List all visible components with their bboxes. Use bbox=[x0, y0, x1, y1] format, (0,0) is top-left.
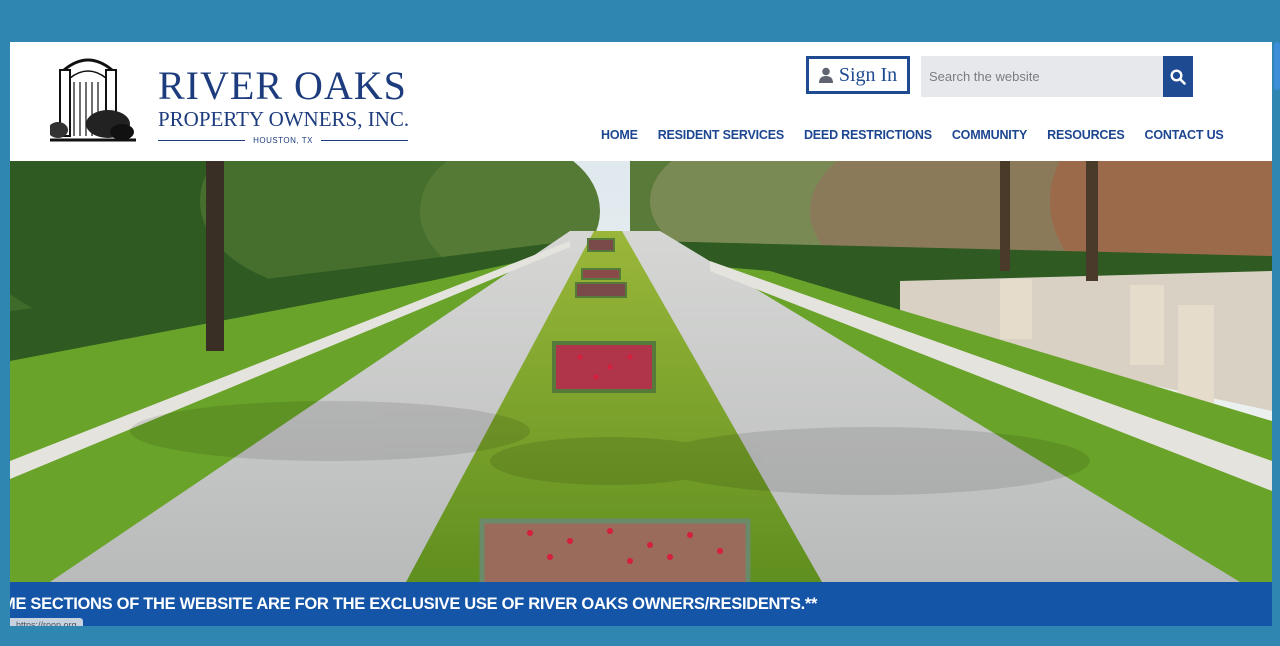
site-logo[interactable]: RIVER OAKS PROPERTY OWNERS, INC. HOUSTON… bbox=[50, 52, 430, 152]
main-nav: HOME RESIDENT SERVICES DEED RESTRICTIONS… bbox=[601, 128, 1224, 142]
notice-banner-text: ME SECTIONS OF THE WEBSITE ARE FOR THE E… bbox=[10, 594, 818, 613]
browser-viewport: RIVER OAKS PROPERTY OWNERS, INC. HOUSTON… bbox=[10, 42, 1272, 626]
hero-image bbox=[10, 161, 1272, 582]
nav-deed-restrictions[interactable]: DEED RESTRICTIONS bbox=[804, 128, 932, 142]
status-url: https://roop.org bbox=[10, 618, 83, 626]
logo-subtitle: PROPERTY OWNERS, INC. bbox=[158, 107, 410, 131]
notice-banner: ME SECTIONS OF THE WEBSITE ARE FOR THE E… bbox=[10, 582, 1272, 626]
sign-in-button[interactable]: Sign In bbox=[806, 56, 910, 94]
search-icon bbox=[1170, 68, 1186, 85]
nav-community[interactable]: COMMUNITY bbox=[952, 128, 1027, 142]
search-form bbox=[921, 56, 1193, 97]
search-button[interactable] bbox=[1163, 56, 1193, 97]
divider bbox=[158, 139, 246, 141]
scrollbar-thumb[interactable] bbox=[1274, 42, 1280, 90]
divider bbox=[320, 139, 409, 141]
logo-title: RIVER OAKS bbox=[158, 63, 407, 108]
nav-home[interactable]: HOME bbox=[601, 128, 638, 142]
nav-resources[interactable]: RESOURCES bbox=[1047, 128, 1125, 142]
logo-location-row: HOUSTON, TX bbox=[158, 134, 409, 146]
sign-in-label: Sign In bbox=[838, 63, 898, 86]
gate-emblem-icon bbox=[50, 52, 136, 146]
search-input[interactable] bbox=[921, 56, 1163, 97]
nav-contact-us[interactable]: CONTACT US bbox=[1145, 128, 1224, 142]
nav-resident-services[interactable]: RESIDENT SERVICES bbox=[658, 128, 784, 142]
logo-location: HOUSTON, TX bbox=[253, 135, 313, 145]
user-icon bbox=[818, 67, 833, 83]
